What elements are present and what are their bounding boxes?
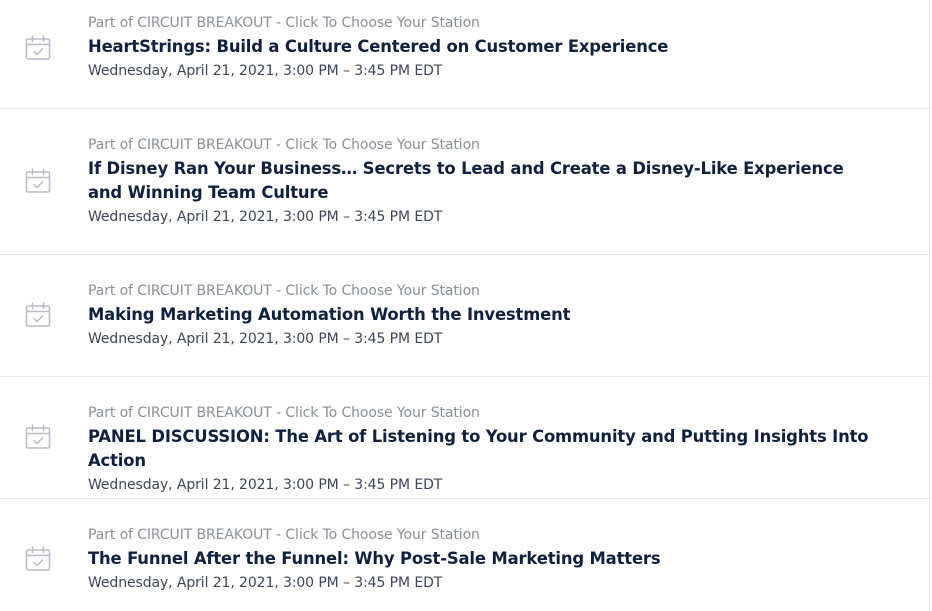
session-parent-link[interactable]: Part of CIRCUIT BREAKOUT - Click To Choo… bbox=[88, 14, 870, 32]
session-parent-link[interactable]: Part of CIRCUIT BREAKOUT - Click To Choo… bbox=[88, 526, 870, 544]
session-title[interactable]: The Funnel After the Funnel: Why Post-Sa… bbox=[88, 547, 870, 571]
session-time: Wednesday, April 21, 2021, 3:00 PM – 3:4… bbox=[88, 63, 443, 79]
session-item[interactable]: Part of CIRCUIT BREAKOUT - Click To Choo… bbox=[0, 109, 930, 255]
session-text: Part of CIRCUIT BREAKOUT - Click To Choo… bbox=[88, 136, 870, 226]
calendar-check-icon bbox=[25, 35, 51, 60]
agenda-page: Part of CIRCUIT BREAKOUT - Click To Choo… bbox=[0, 0, 932, 611]
content-right-border bbox=[929, 0, 930, 611]
session-parent-link[interactable]: Part of CIRCUIT BREAKOUT - Click To Choo… bbox=[88, 136, 870, 154]
session-time: Wednesday, April 21, 2021, 3:00 PM – 3:4… bbox=[88, 331, 443, 347]
session-item[interactable]: Part of CIRCUIT BREAKOUT - Click To Choo… bbox=[0, 499, 930, 611]
session-title[interactable]: Making Marketing Automation Worth the In… bbox=[88, 303, 870, 327]
session-time: Wednesday, April 21, 2021, 3:00 PM – 3:4… bbox=[88, 575, 443, 591]
calendar-check-icon bbox=[25, 302, 51, 327]
calendar-check-icon bbox=[25, 168, 51, 193]
session-text: Part of CIRCUIT BREAKOUT - Click To Choo… bbox=[88, 14, 870, 80]
session-title[interactable]: HeartStrings: Build a Culture Centered o… bbox=[88, 35, 870, 59]
session-time: Wednesday, April 21, 2021, 3:00 PM – 3:4… bbox=[88, 477, 443, 493]
session-text: Part of CIRCUIT BREAKOUT - Click To Choo… bbox=[88, 404, 870, 494]
calendar-check-icon bbox=[25, 546, 51, 571]
calendar-check-icon bbox=[25, 424, 51, 449]
session-text: Part of CIRCUIT BREAKOUT - Click To Choo… bbox=[88, 526, 870, 592]
session-parent-link[interactable]: Part of CIRCUIT BREAKOUT - Click To Choo… bbox=[88, 282, 870, 300]
session-time: Wednesday, April 21, 2021, 3:00 PM – 3:4… bbox=[88, 209, 443, 225]
session-title[interactable]: If Disney Ran Your Business… Secrets to … bbox=[88, 157, 870, 205]
session-parent-link[interactable]: Part of CIRCUIT BREAKOUT - Click To Choo… bbox=[88, 404, 870, 422]
session-item[interactable]: Part of CIRCUIT BREAKOUT - Click To Choo… bbox=[0, 255, 930, 377]
session-list: Part of CIRCUIT BREAKOUT - Click To Choo… bbox=[0, 0, 930, 611]
session-text: Part of CIRCUIT BREAKOUT - Click To Choo… bbox=[88, 282, 870, 348]
session-item[interactable]: Part of CIRCUIT BREAKOUT - Click To Choo… bbox=[0, 0, 930, 109]
session-item[interactable]: Part of CIRCUIT BREAKOUT - Click To Choo… bbox=[0, 377, 930, 499]
session-title[interactable]: PANEL DISCUSSION: The Art of Listening t… bbox=[88, 425, 870, 473]
